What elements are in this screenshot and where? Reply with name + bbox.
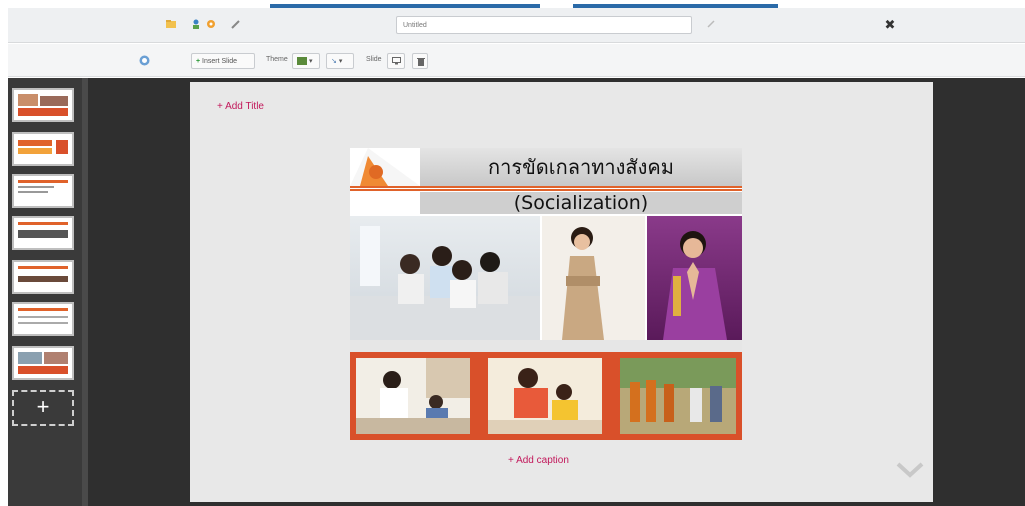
photo-teacher-student	[356, 358, 470, 434]
slide-title: การขัดเกลาทางสังคม	[420, 148, 742, 186]
slide-thumbnail-1[interactable]	[12, 88, 74, 122]
delete-slide-button[interactable]	[412, 53, 428, 69]
transition-button[interactable]: ↘ ▾	[326, 53, 354, 69]
slide-view-button[interactable]	[387, 53, 405, 69]
photo-mother-child	[488, 358, 602, 434]
slide-thumbnail-7[interactable]	[12, 346, 74, 380]
theme-color-button[interactable]: ▾	[292, 53, 320, 69]
chevron-down-icon: ▾	[308, 58, 313, 65]
slide-thumbnail-4[interactable]	[12, 216, 74, 250]
slide-toolbar	[8, 44, 1025, 77]
slide-content[interactable]: การขัดเกลาทางสังคม (Socialization)	[350, 148, 742, 440]
add-title-button[interactable]: + Add Title	[217, 101, 264, 112]
wrench-icon[interactable]	[230, 18, 242, 32]
slide-subtitle: (Socialization)	[420, 192, 742, 214]
logo-icon	[350, 148, 420, 186]
chevron-down-icon[interactable]	[895, 460, 925, 480]
transition-icon: ↘	[331, 58, 337, 65]
insert-slide-label: Insert Slide	[202, 58, 238, 65]
plus-icon: +	[36, 394, 50, 419]
chevron-down-icon: ▾	[338, 58, 343, 65]
thumbnail-scrollbar[interactable]	[82, 78, 88, 506]
slide-thumbnail-6[interactable]	[12, 302, 74, 336]
add-slide-button[interactable]: +	[12, 390, 74, 426]
theme-label: Theme	[266, 56, 288, 63]
photo-students-studying	[350, 216, 540, 340]
slide-thumbnail-5[interactable]	[12, 260, 74, 294]
folder-icon[interactable]	[165, 18, 177, 32]
share-icon[interactable]	[190, 18, 202, 32]
refresh-icon[interactable]	[137, 54, 151, 68]
photo-woman-traditional-dress	[542, 216, 645, 340]
header-accent-left	[270, 4, 540, 8]
theme-color-icon	[297, 57, 307, 66]
title-divider-2	[350, 189, 742, 191]
slide-label: Slide	[366, 56, 382, 63]
title-divider	[350, 186, 742, 188]
add-caption-button[interactable]: + Add caption	[508, 455, 569, 466]
photo-woman-wai-greeting	[647, 216, 742, 340]
slide-thumbnail-2[interactable]	[12, 132, 74, 166]
presentation-title-input[interactable]: Untitled	[396, 16, 692, 34]
close-icon[interactable]: ✖	[882, 18, 898, 32]
plus-icon: +	[196, 58, 201, 65]
photo-monks-alms	[620, 358, 736, 434]
monitor-icon	[392, 57, 401, 65]
settings-icon[interactable]	[205, 18, 217, 32]
slide-thumbnail-3[interactable]	[12, 174, 74, 208]
header-accent-right	[573, 4, 778, 8]
edit-icon[interactable]	[705, 18, 717, 32]
slide-thumbnails-panel: +	[8, 78, 88, 506]
trash-icon	[417, 58, 425, 66]
insert-slide-button[interactable]: + Insert Slide	[191, 53, 255, 69]
